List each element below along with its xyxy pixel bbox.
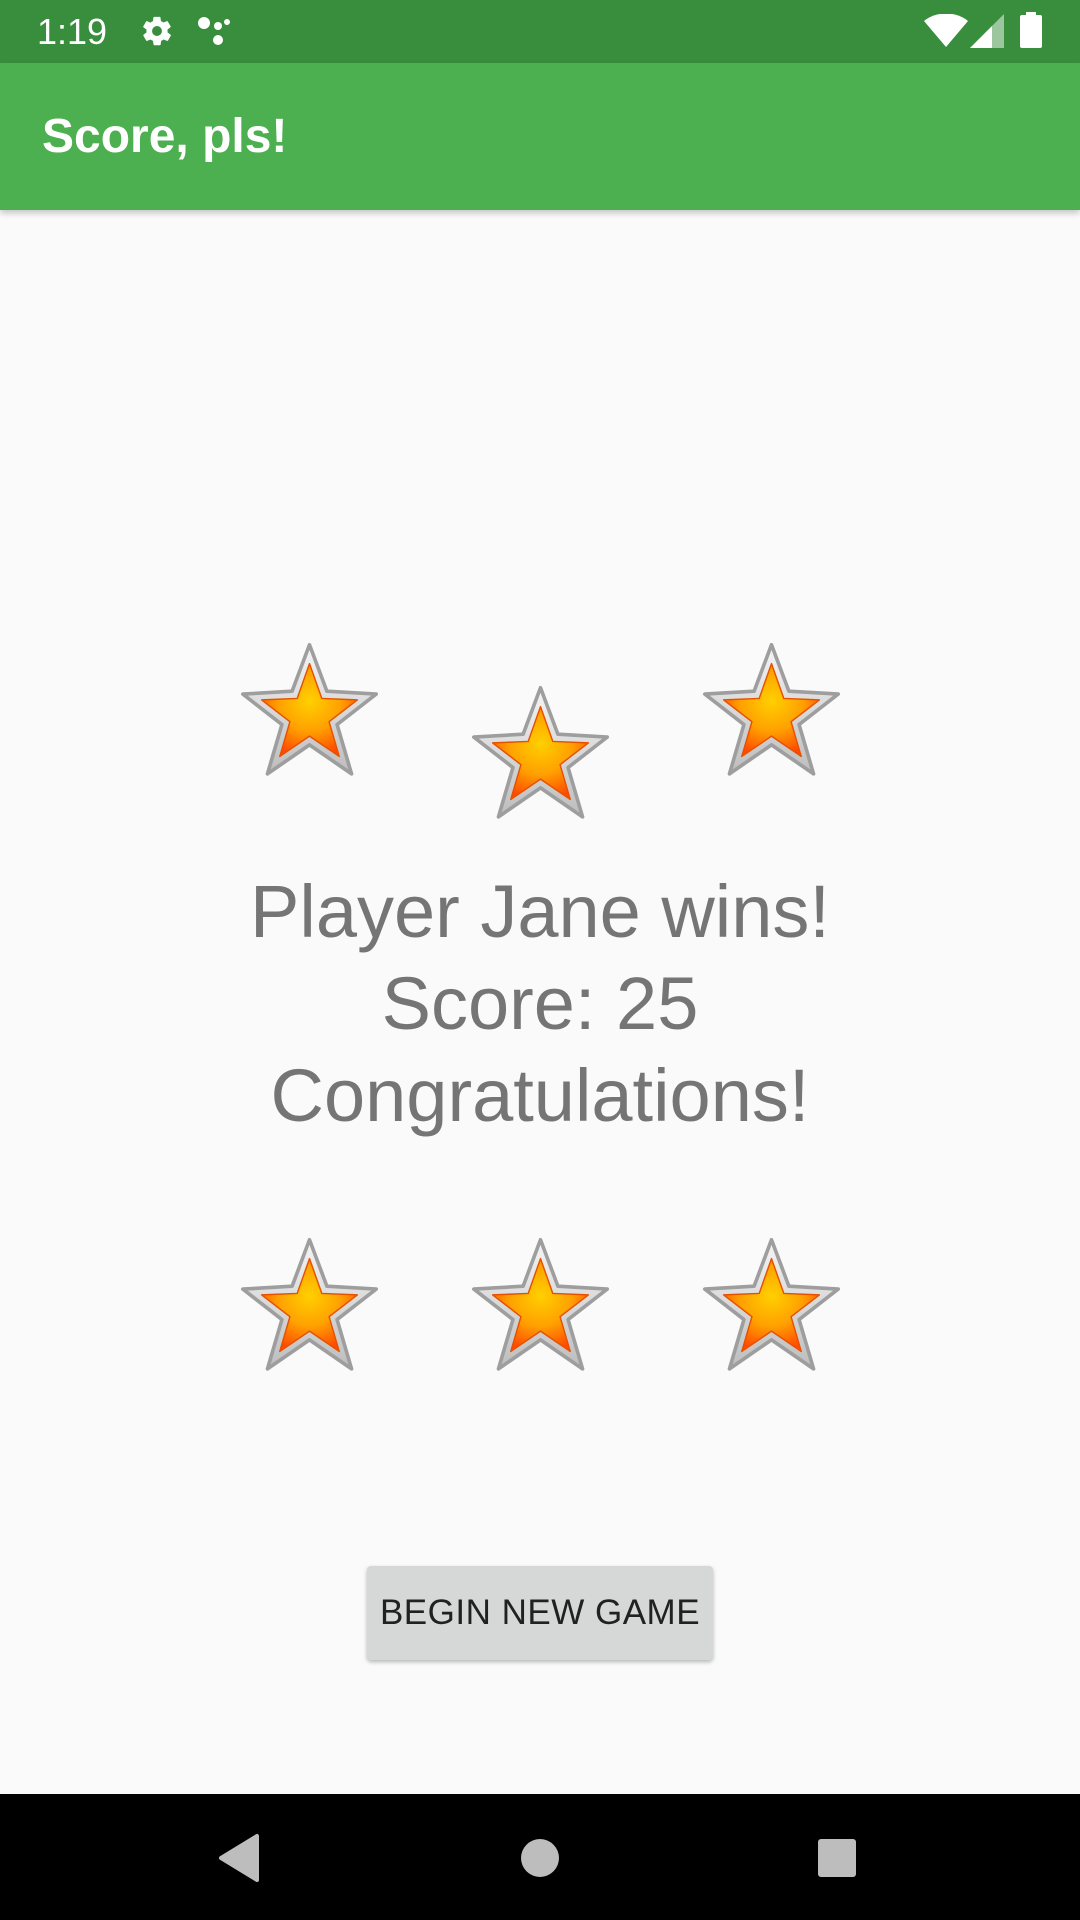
signal-icon	[970, 14, 1004, 48]
screen: 1:19 Score, pls! Player Jane wins! Score…	[0, 0, 1080, 1920]
battery-icon	[1020, 12, 1042, 48]
assistant-dots-icon	[198, 17, 230, 45]
recents-icon[interactable]	[807, 1828, 867, 1888]
settings-icon	[143, 16, 171, 46]
nav-bar	[0, 1794, 1080, 1920]
congratulations-text: Congratulations!	[270, 1054, 810, 1137]
win-message: Player Jane wins! Score: 25 Congratulati…	[0, 866, 1080, 1142]
star-icon	[237, 1234, 382, 1379]
app-bar: Score, pls!	[0, 63, 1080, 210]
star-icon	[699, 639, 844, 784]
back-icon[interactable]	[209, 1828, 269, 1888]
status-time: 1:19	[37, 11, 108, 52]
begin-new-game-button[interactable]: BEGIN NEW GAME	[367, 1566, 713, 1660]
star-icon	[699, 1234, 844, 1379]
star-icon	[468, 682, 613, 827]
home-icon[interactable]	[510, 1828, 570, 1888]
app-title: Score, pls!	[42, 110, 288, 163]
wifi-icon	[924, 14, 968, 47]
star-icon	[468, 1234, 613, 1379]
star-icon	[237, 639, 382, 784]
status-bar: 1:19	[0, 0, 1080, 63]
winner-text: Player Jane wins!	[250, 870, 830, 953]
score-text: Score: 25	[381, 962, 699, 1045]
